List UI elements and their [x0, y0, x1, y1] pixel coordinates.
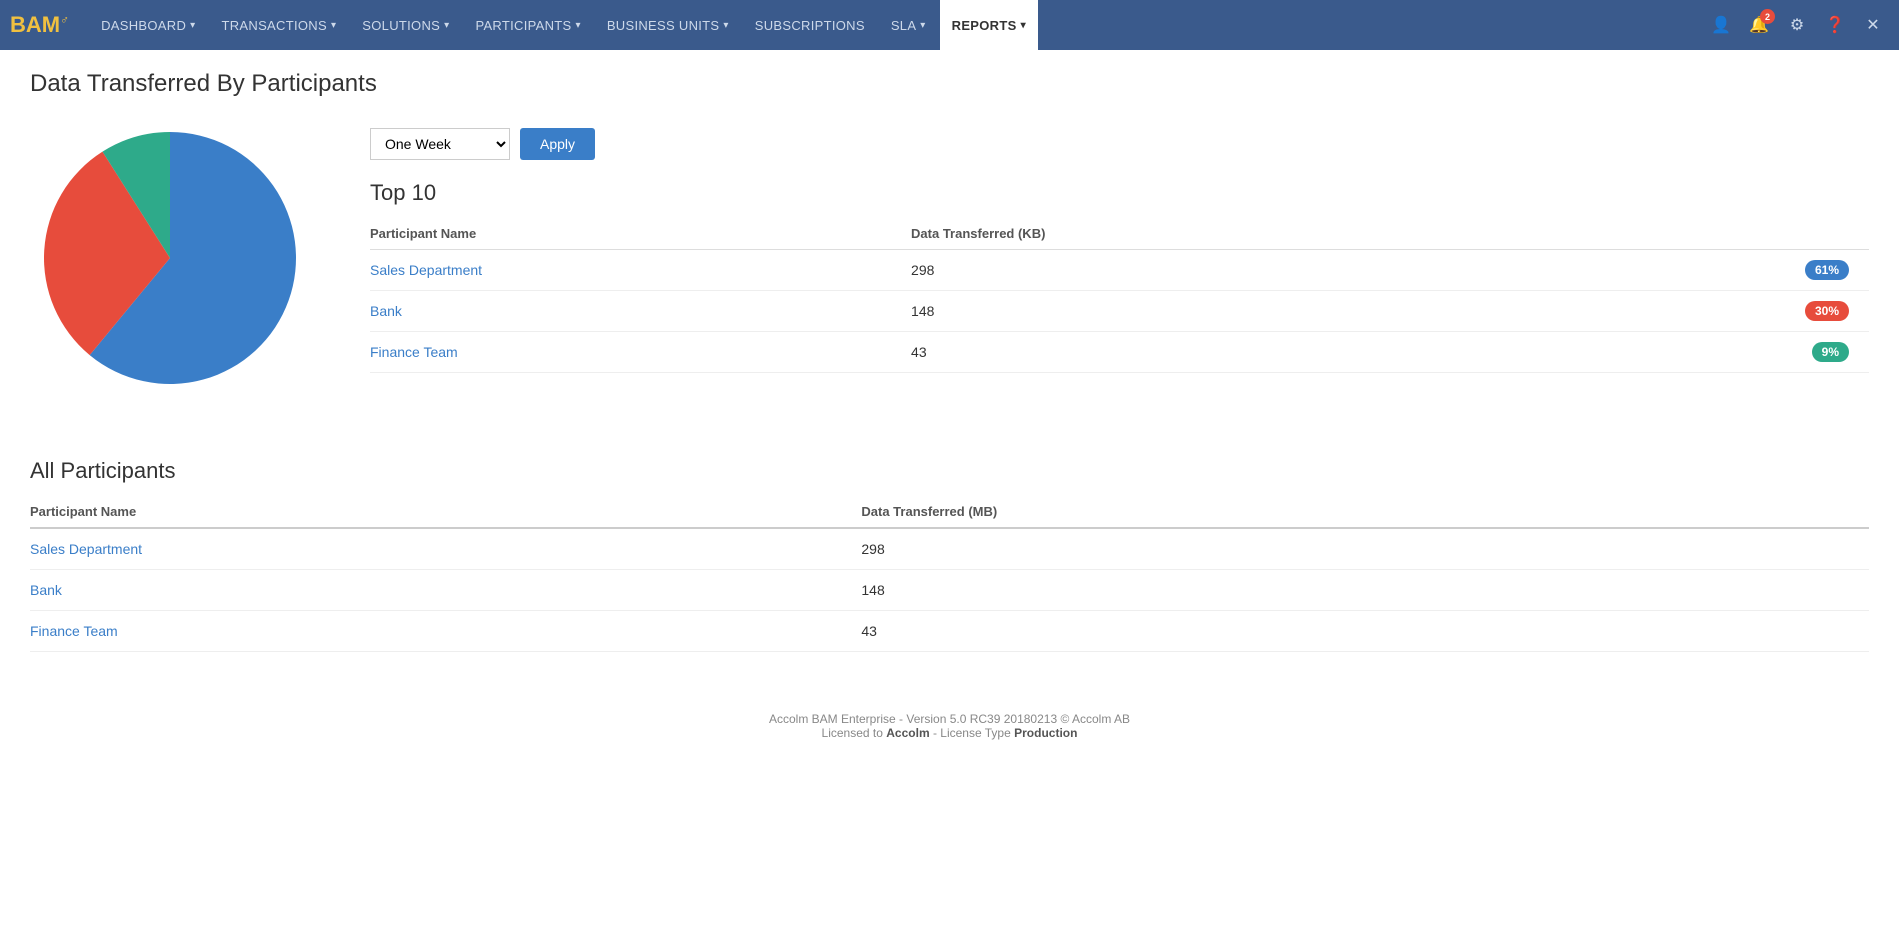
- table-row: Bank 148 30%: [370, 291, 1869, 332]
- right-panel: One DayOne WeekOne MonthOne Year Apply T…: [370, 118, 1869, 373]
- pct-badge: 30%: [1805, 301, 1849, 321]
- nav-item-business-units[interactable]: BUSINESS UNITS ▾: [595, 0, 741, 50]
- top10-table: Participant Name Data Transferred (KB) S…: [370, 218, 1869, 373]
- nav-items: DASHBOARD ▾TRANSACTIONS ▾SOLUTIONS ▾PART…: [89, 0, 1705, 50]
- participant-link[interactable]: Finance Team: [370, 344, 458, 360]
- nav-item-dashboard[interactable]: DASHBOARD ▾: [89, 0, 207, 50]
- pct-cell: 30%: [1560, 291, 1869, 332]
- apply-button[interactable]: Apply: [520, 128, 595, 160]
- bell-icon[interactable]: 🔔2: [1743, 9, 1775, 41]
- logo[interactable]: BAM♂: [10, 12, 69, 38]
- top10-title: Top 10: [370, 180, 1869, 206]
- notification-badge: 2: [1760, 9, 1775, 24]
- page-title: Data Transferred By Participants: [30, 70, 1869, 98]
- nav-item-transactions[interactable]: TRANSACTIONS ▾: [210, 0, 349, 50]
- participant-link[interactable]: Sales Department: [370, 262, 482, 278]
- pct-badge: 9%: [1812, 342, 1849, 362]
- caret-icon: ▾: [1021, 20, 1026, 31]
- navbar: BAM♂ DASHBOARD ▾TRANSACTIONS ▾SOLUTIONS …: [0, 0, 1899, 50]
- pie-chart-container: [30, 118, 330, 418]
- caret-icon: ▾: [444, 20, 449, 31]
- main-content: Data Transferred By Participants One Day…: [0, 50, 1899, 946]
- nav-item-participants[interactable]: PARTICIPANTS ▾: [463, 0, 592, 50]
- nav-icons: 👤🔔2⚙❓✕: [1705, 9, 1889, 41]
- caret-icon: ▾: [190, 20, 195, 31]
- data-value: 43: [861, 611, 1869, 652]
- time-filter-select[interactable]: One DayOne WeekOne MonthOne Year: [370, 128, 510, 160]
- caret-icon: ▾: [920, 20, 925, 31]
- pct-cell: 61%: [1560, 250, 1869, 291]
- table-row: Finance Team 43 9%: [370, 332, 1869, 373]
- table-row: Bank 148: [30, 570, 1869, 611]
- nav-item-solutions[interactable]: SOLUTIONS ▾: [350, 0, 461, 50]
- filter-row: One DayOne WeekOne MonthOne Year Apply: [370, 128, 1869, 160]
- gear-icon[interactable]: ⚙: [1781, 9, 1813, 41]
- data-value: 298: [911, 250, 1560, 291]
- top10-col-participant: Participant Name: [370, 218, 911, 250]
- top-section: One DayOne WeekOne MonthOne Year Apply T…: [30, 118, 1869, 418]
- close-icon[interactable]: ✕: [1857, 9, 1889, 41]
- caret-icon: ▾: [723, 20, 728, 31]
- footer: Accolm BAM Enterprise - Version 5.0 RC39…: [30, 692, 1869, 760]
- table-row: Finance Team 43: [30, 611, 1869, 652]
- caret-icon: ▾: [576, 20, 581, 31]
- nav-item-sla[interactable]: SLA ▾: [879, 0, 938, 50]
- participant-link[interactable]: Bank: [30, 582, 62, 598]
- table-row: Sales Department 298 61%: [370, 250, 1869, 291]
- caret-icon: ▾: [331, 20, 336, 31]
- pct-badge: 61%: [1805, 260, 1849, 280]
- participant-link[interactable]: Finance Team: [30, 623, 118, 639]
- data-value: 43: [911, 332, 1560, 373]
- data-value: 148: [861, 570, 1869, 611]
- data-value: 298: [861, 528, 1869, 570]
- participant-link[interactable]: Sales Department: [30, 541, 142, 557]
- all-col-participant: Participant Name: [30, 496, 861, 528]
- all-participants-section: All Participants Participant Name Data T…: [30, 458, 1869, 652]
- footer-line2: Licensed to Accolm - License Type Produc…: [50, 726, 1849, 740]
- all-participants-table: Participant Name Data Transferred (MB) S…: [30, 496, 1869, 652]
- user-icon[interactable]: 👤: [1705, 9, 1737, 41]
- table-row: Sales Department 298: [30, 528, 1869, 570]
- help-icon[interactable]: ❓: [1819, 9, 1851, 41]
- all-col-data: Data Transferred (MB): [861, 496, 1869, 528]
- top10-col-data: Data Transferred (KB): [911, 218, 1560, 250]
- pie-chart: [30, 118, 310, 398]
- footer-line1: Accolm BAM Enterprise - Version 5.0 RC39…: [50, 712, 1849, 726]
- participant-link[interactable]: Bank: [370, 303, 402, 319]
- nav-item-reports[interactable]: REPORTS ▾: [940, 0, 1038, 50]
- all-participants-title: All Participants: [30, 458, 1869, 484]
- pct-cell: 9%: [1560, 332, 1869, 373]
- nav-item-subscriptions[interactable]: SUBSCRIPTIONS: [743, 0, 877, 50]
- data-value: 148: [911, 291, 1560, 332]
